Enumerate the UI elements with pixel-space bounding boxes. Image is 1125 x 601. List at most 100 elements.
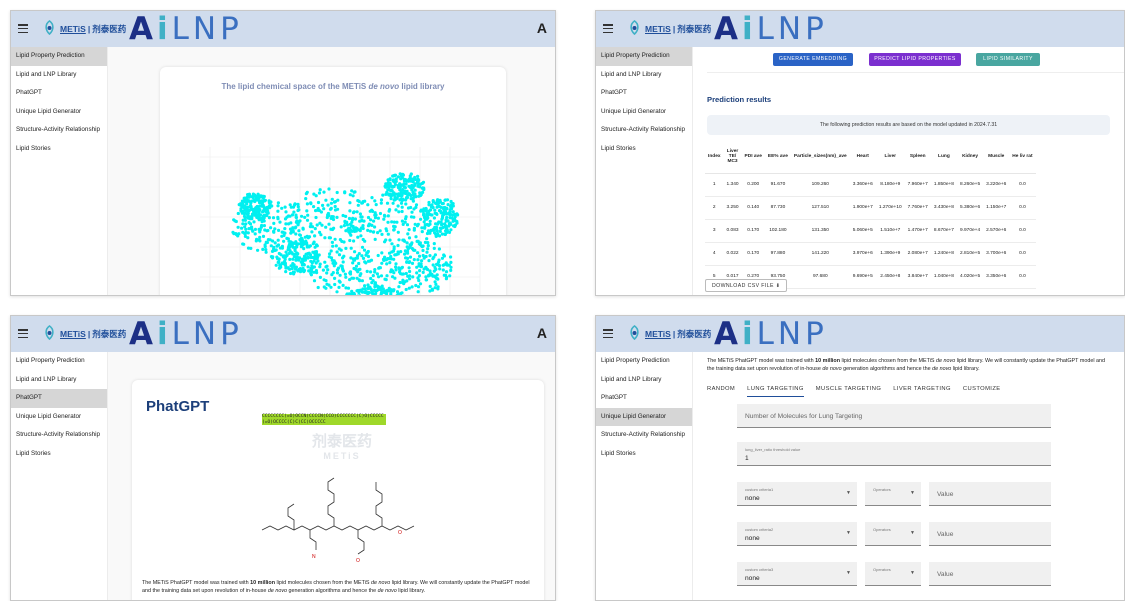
num-molecules-input[interactable]: Number of Molecules for Lung Targeting <box>737 404 1051 428</box>
sidebar-item-phatgpt[interactable]: PhatGPT <box>596 84 692 103</box>
sidebar-item-unique-lipid-generator[interactable]: Unique Lipid Generator <box>596 103 692 122</box>
scatter-point <box>421 180 426 184</box>
scatter-point <box>256 193 261 198</box>
operators3-select[interactable]: Operators ▼ <box>865 562 921 586</box>
scatter-point <box>322 285 326 289</box>
value3-input[interactable]: Value <box>929 562 1051 586</box>
tab-liver-targeting[interactable]: LIVER TARGETING <box>893 386 951 397</box>
value2-input[interactable]: Value <box>929 522 1051 546</box>
scatter-point <box>449 228 453 232</box>
sidebar-item-lipid-stories[interactable]: Lipid Stories <box>596 445 692 464</box>
tab-customize[interactable]: CUSTOMIZE <box>963 386 1001 397</box>
caret-down-icon: ▼ <box>846 570 851 576</box>
scatter-point <box>316 200 321 205</box>
sidebar-item-lipid-stories[interactable]: Lipid Stories <box>596 140 692 159</box>
scatter-point <box>402 185 406 189</box>
generate-embedding-button[interactable]: GENERATE EMBEDDING <box>773 53 853 66</box>
account-icon[interactable]: A <box>537 325 547 341</box>
sidebar-item-lipid-stories[interactable]: Lipid Stories <box>11 140 107 159</box>
scatter-point <box>389 290 393 294</box>
sidebar-item-structure-activity[interactable]: Structure-Activity Relationship <box>596 121 692 140</box>
scatter-point <box>296 205 300 209</box>
caret-down-icon: ▼ <box>846 530 851 536</box>
sidebar-item-lipid-property-prediction[interactable]: Lipid Property Prediction <box>11 352 107 371</box>
scatter-point <box>277 260 281 264</box>
download-csv-button[interactable]: DOWNLOAD CSV FILE ⬇ <box>705 279 788 292</box>
scatter-point <box>285 215 289 219</box>
menu-icon[interactable] <box>18 24 28 33</box>
scatter-point <box>425 222 429 227</box>
sidebar-item-lipid-lnp-library[interactable]: Lipid and LNP Library <box>596 371 692 390</box>
operators2-select[interactable]: Operators ▼ <box>865 522 921 546</box>
sidebar-item-structure-activity[interactable]: Structure-Activity Relationship <box>11 121 107 140</box>
scatter-point <box>366 259 370 263</box>
scatter-point <box>301 227 305 231</box>
scatter-point <box>426 244 430 248</box>
sidebar-item-unique-lipid-generator[interactable]: Unique Lipid Generator <box>596 407 692 426</box>
operators1-select[interactable]: Operators ▼ <box>865 482 921 506</box>
screen-unique-lipid-generator: METiS | 剂泰医药 AiLNP Lipid Property Predicti… <box>595 315 1125 601</box>
scatter-point <box>353 217 357 221</box>
scatter-point <box>364 253 368 257</box>
scatter-point <box>388 238 392 242</box>
sidebar-item-lipid-property-prediction[interactable]: Lipid Property Prediction <box>596 47 692 66</box>
sidebar-item-lipid-stories[interactable]: Lipid Stories <box>11 445 107 464</box>
sidebar-item-lipid-lnp-library[interactable]: Lipid and LNP Library <box>11 66 107 85</box>
lipid-similarity-button[interactable]: LIPID SIMILARITY <box>976 53 1040 66</box>
sidebar-item-lipid-lnp-library[interactable]: Lipid and LNP Library <box>596 66 692 85</box>
value1-input[interactable]: Value <box>929 482 1051 506</box>
tab-random[interactable]: RANDOM <box>707 386 735 397</box>
scatter-point <box>316 285 320 290</box>
sidebar-item-unique-lipid-generator[interactable]: Unique Lipid Generator <box>11 408 107 427</box>
scatter-point <box>322 190 326 194</box>
tab-lung-targeting[interactable]: LUNG TARGETING <box>747 386 804 397</box>
scatter-point <box>286 222 291 226</box>
custom-criteria3-select[interactable]: custom criteria3 none ▼ <box>737 562 857 586</box>
scatter-point <box>378 211 383 216</box>
scatter-point <box>276 238 280 242</box>
threshold-input[interactable]: lung_liver_ratio threshold value 1 <box>737 442 1051 466</box>
scatter-point <box>297 208 301 212</box>
scatter-point <box>315 223 319 227</box>
scatter-point <box>428 229 432 233</box>
ailnp-logo: AiLNP <box>129 11 243 47</box>
sidebar-item-phatgpt[interactable]: PhatGPT <box>11 84 107 103</box>
menu-icon[interactable] <box>603 24 613 33</box>
scatter-point <box>394 208 398 212</box>
scatter-point <box>434 276 438 280</box>
scatter-point <box>443 198 447 202</box>
chemical-space-scatter[interactable] <box>160 67 506 295</box>
predict-lipid-properties-button[interactable]: PREDICT LIPID PROPERTIES <box>869 53 961 66</box>
scatter-point <box>427 259 431 263</box>
menu-icon[interactable] <box>18 329 28 338</box>
scatter-point <box>314 194 318 198</box>
scatter-point <box>452 217 457 221</box>
sidebar-item-lipid-property-prediction[interactable]: Lipid Property Prediction <box>596 352 692 371</box>
scatter-point <box>356 235 360 239</box>
sidebar-item-lipid-property-prediction[interactable]: Lipid Property Prediction <box>11 47 107 66</box>
screen-prediction-results: METiS | 剂泰医药 AiLNP Lipid Property Predicti… <box>595 10 1125 296</box>
table-cell: 4.020e+5 <box>956 265 984 289</box>
column-header: Index <box>705 141 724 174</box>
sidebar-item-phatgpt[interactable]: PhatGPT <box>596 389 692 408</box>
scatter-point <box>317 191 322 195</box>
scatter-point <box>411 275 415 279</box>
sidebar-item-lipid-lnp-library[interactable]: Lipid and LNP Library <box>11 371 107 390</box>
scatter-point <box>404 287 408 292</box>
scatter-point <box>304 252 308 256</box>
tab-muscle-targeting[interactable]: MUSCLE TARGETING <box>816 386 881 397</box>
menu-icon[interactable] <box>603 329 613 338</box>
account-icon[interactable]: A <box>537 20 547 36</box>
sidebar-item-structure-activity[interactable]: Structure-Activity Relationship <box>11 426 107 445</box>
scatter-point <box>338 238 342 242</box>
custom-criteria2-select[interactable]: custom criteria2 none ▼ <box>737 522 857 546</box>
table-cell: 2.570e+6 <box>983 219 1010 243</box>
scatter-point <box>242 242 246 246</box>
app-bar: METiS | 剂泰医药 AiLNP A <box>11 11 555 47</box>
scatter-point <box>252 211 257 215</box>
sidebar-item-phatgpt[interactable]: PhatGPT <box>11 389 107 408</box>
sidebar-item-unique-lipid-generator[interactable]: Unique Lipid Generator <box>11 103 107 122</box>
scatter-point <box>369 270 373 274</box>
custom-criteria1-select[interactable]: custom criteria1 none ▼ <box>737 482 857 506</box>
sidebar-item-structure-activity[interactable]: Structure-Activity Relationship <box>596 426 692 445</box>
